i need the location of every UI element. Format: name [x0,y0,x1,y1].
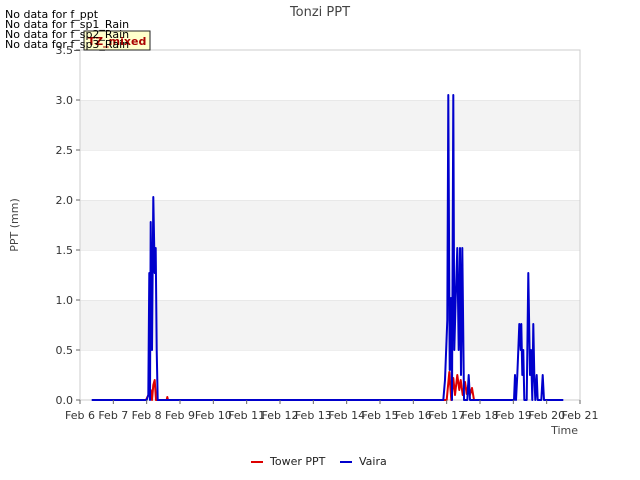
ppt-chart: Feb 6 Feb 7 Feb 8 Feb 9 Feb 10Feb 11Feb 12Fe… [5,5,598,468]
y-axis-label: PPT (mm) [8,198,21,252]
x-axis: Feb 6 Feb 7 Feb 8 Feb 9 Feb 10Feb 11Feb 12Fe… [65,400,598,422]
no-data-messages: No data for f_ppt No data for f_sp1_Rain… [5,8,129,51]
legend-label-vaira: Vaira [359,455,387,468]
x-tick-label: Feb 20 [528,409,565,422]
x-tick-label: Feb 15 [362,409,399,422]
y-tick-label: 2.5 [56,144,74,157]
x-axis-label: Time [550,424,578,437]
x-tick-label: Feb 19 [495,409,532,422]
y-tick-label: 0.5 [56,344,74,357]
x-tick-label: Feb 9 [165,409,195,422]
y-tick-label: 3.0 [56,94,74,107]
y-tick-label: 1.0 [56,294,74,307]
grid-band [80,150,580,200]
legend: Tower PPT Vaira [251,455,387,468]
x-tick-label: Feb 8 [132,409,162,422]
x-tick-label: Feb 21 [562,409,599,422]
x-tick-label: Feb 11 [228,409,265,422]
grid-band [80,50,580,100]
x-tick-label: Feb 6 [65,409,95,422]
grid-bands [80,49,580,400]
grid-band [80,300,580,350]
no-data-message: No data for f_sp3_Rain [5,38,129,51]
legend-label-tower-ppt: Tower PPT [269,455,326,468]
x-tick-label: Feb 18 [462,409,499,422]
chart-title: Tonzi PPT [289,5,350,20]
grid-band [80,100,580,150]
y-axis: 0.00.51.01.52.02.53.03.5 [56,44,80,407]
x-tick-label: Feb 12 [262,409,299,422]
x-tick-label: Feb 16 [395,409,432,422]
y-tick-label: 2.0 [56,194,74,207]
y-tick-label: 1.5 [56,244,74,257]
y-tick-label: 0.0 [56,394,74,407]
x-tick-label: Feb 10 [195,409,232,422]
x-tick-label: Feb 13 [295,409,332,422]
x-tick-label: Feb 14 [328,409,365,422]
x-tick-label: Feb 7 [98,409,128,422]
x-tick-label: Feb 17 [428,409,465,422]
